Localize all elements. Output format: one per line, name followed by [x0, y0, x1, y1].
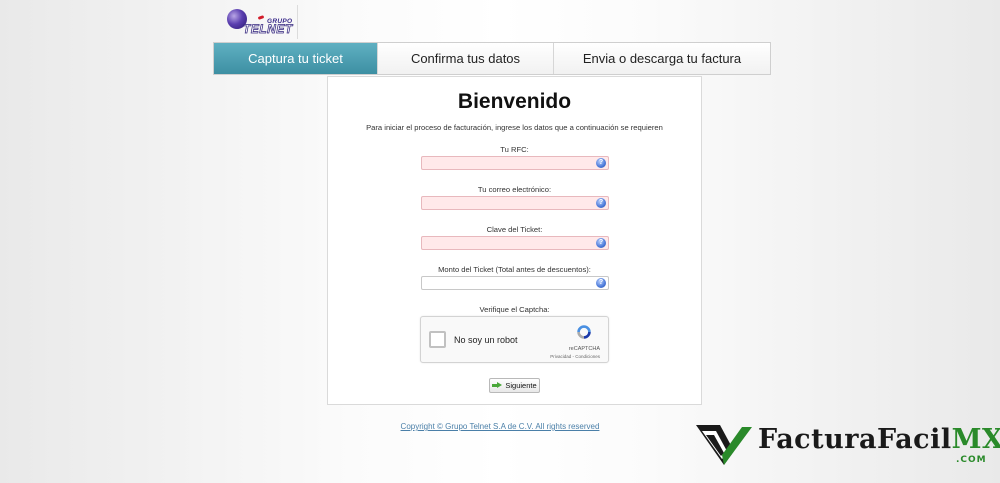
amount-field: ?: [421, 276, 609, 294]
recaptcha-terms-link[interactable]: Privacidad - Condiciones: [550, 354, 600, 359]
watermark-suffix: MX: [951, 424, 1000, 455]
ticket-key-label: Clave del Ticket:: [486, 225, 543, 234]
rfc-label: Tu RFC:: [500, 145, 529, 154]
tab-captura-ticket[interactable]: Captura tu ticket: [214, 43, 378, 74]
recaptcha-logo-icon: [577, 325, 591, 339]
rfc-help-icon[interactable]: ?: [596, 158, 606, 168]
email-field: ?: [421, 196, 609, 214]
amount-input[interactable]: [422, 281, 598, 294]
page-title: Bienvenido: [457, 90, 572, 113]
logo-divider: [297, 5, 298, 39]
captcha-label: Verifique el Captcha:: [479, 305, 550, 314]
facturafacil-wordmark: FacturaFacilMX: [758, 424, 1000, 455]
watermark-name: FacturaFacil: [758, 424, 952, 455]
amount-help-icon[interactable]: ?: [596, 278, 606, 288]
recaptcha-checkbox[interactable]: [429, 331, 446, 348]
tab-confirma-datos[interactable]: Confirma tus datos: [378, 43, 554, 74]
watermark-domain: .COM: [956, 455, 987, 465]
logo-swoosh-icon: [257, 15, 265, 20]
siguiente-button[interactable]: Siguiente: [489, 378, 540, 393]
intro-text: Para iniciar el proceso de facturación, …: [366, 123, 663, 132]
rfc-input[interactable]: [422, 161, 598, 174]
rfc-field: ?: [421, 156, 609, 174]
amount-label: Monto del Ticket (Total antes de descuen…: [438, 265, 591, 274]
ticket-key-field: ?: [421, 236, 609, 254]
recaptcha-widget: No soy un robot reCAPTCHA Privacidad - C…: [420, 316, 609, 363]
facturafacil-logo-icon: [696, 425, 752, 465]
arrow-right-icon: [492, 382, 503, 389]
recaptcha-brand: reCAPTCHA: [568, 346, 600, 352]
facturafacil-watermark: FacturaFacilMX .COM: [690, 418, 1000, 473]
ticket-key-input[interactable]: [422, 241, 598, 254]
step-tabs: Captura tu ticket Confirma tus datos Env…: [213, 42, 771, 75]
email-help-icon[interactable]: ?: [596, 198, 606, 208]
email-label: Tu correo electrónico:: [477, 185, 552, 194]
email-input[interactable]: [422, 201, 598, 214]
grupo-telnet-logo: GRUPO TELNET: [225, 5, 300, 39]
logo-telnet-text: TELNET: [243, 22, 293, 37]
recaptcha-text: No soy un robot: [454, 335, 518, 345]
siguiente-label: Siguiente: [505, 381, 537, 390]
tab-envia-factura[interactable]: Envia o descarga tu factura: [554, 43, 770, 74]
ticket-form-panel: Bienvenido Para iniciar el proceso de fa…: [327, 76, 702, 405]
ticket-key-help-icon[interactable]: ?: [596, 238, 606, 248]
